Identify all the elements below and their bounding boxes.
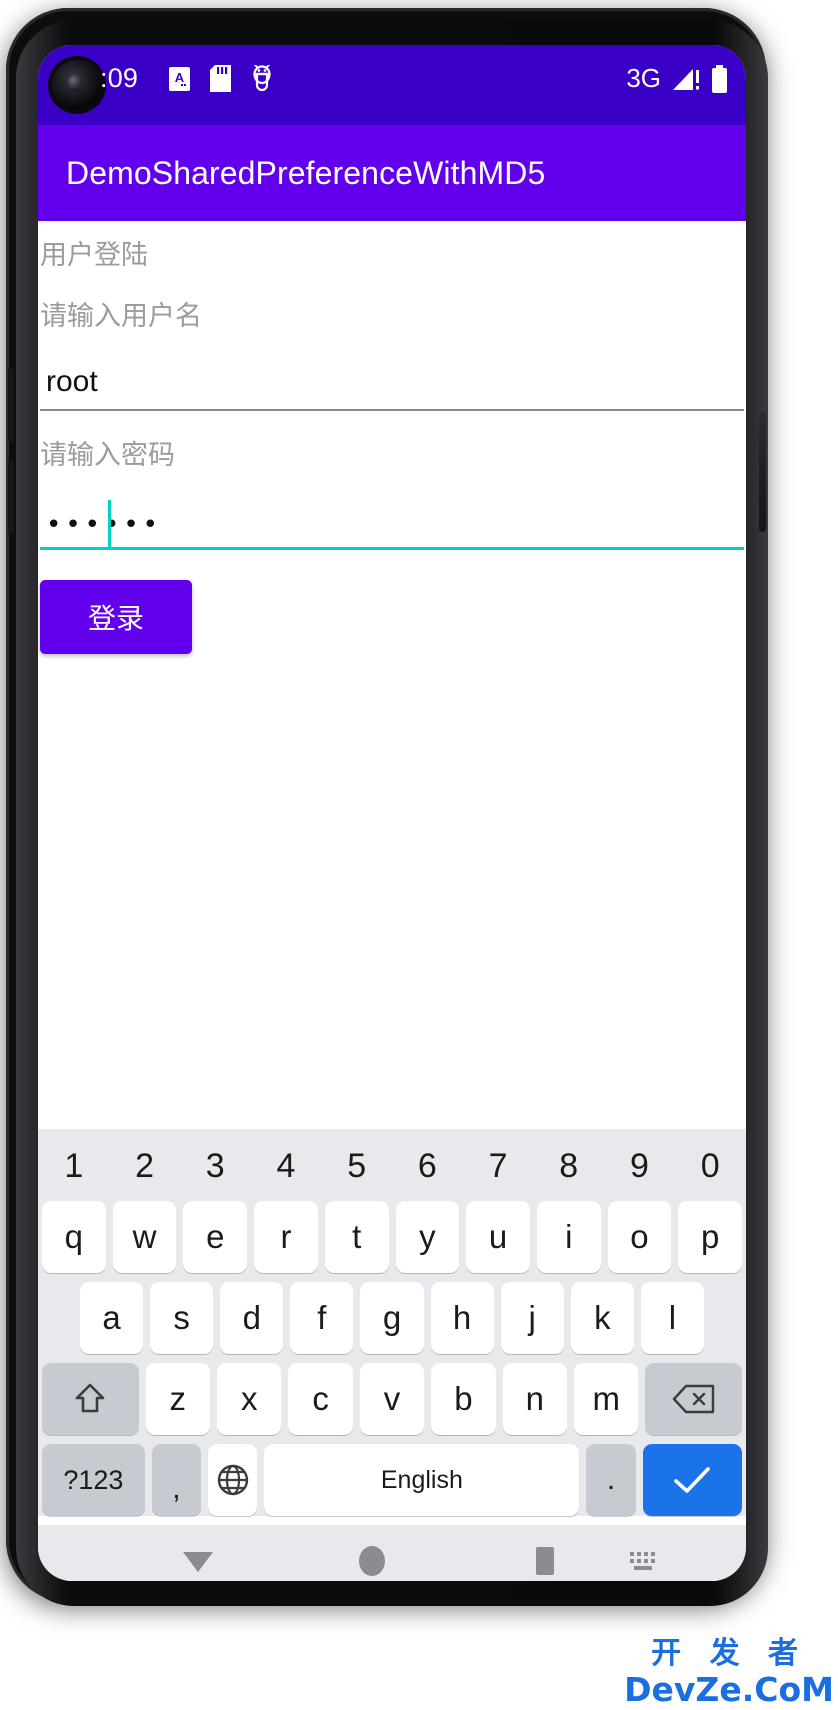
nav-recents-button[interactable] (533, 1545, 559, 1577)
key-a[interactable]: a (80, 1282, 144, 1354)
key-t[interactable]: t (324, 1201, 389, 1273)
key-4[interactable]: 4 (254, 1137, 318, 1195)
keyboard-switch-icon (628, 1549, 662, 1573)
username-field[interactable]: root (40, 343, 744, 411)
volume-down-button[interactable] (8, 460, 14, 534)
period-key[interactable]: . (586, 1444, 636, 1516)
key-e[interactable]: e (183, 1201, 248, 1273)
keyboard-row-home: a s d f g h j k l (42, 1282, 742, 1354)
key-y[interactable]: y (395, 1201, 460, 1273)
signal-icon (671, 66, 701, 92)
android-nav-bar (38, 1525, 746, 1581)
login-form: 用户登陆 请输入用户名 root 请输入密码 •••••• 登录 (38, 221, 746, 1129)
watermark-en: DevZe.CoM (624, 1670, 834, 1709)
password-field[interactable]: •••••• (40, 482, 744, 550)
key-p[interactable]: p (678, 1201, 743, 1273)
recents-square-icon (533, 1545, 559, 1577)
sd-card-icon (210, 65, 231, 92)
key-r[interactable]: r (254, 1201, 318, 1273)
space-key[interactable]: English (264, 1444, 580, 1516)
key-j[interactable]: j (500, 1282, 564, 1354)
username-value: root (46, 365, 98, 398)
key-i[interactable]: i (536, 1201, 601, 1273)
key-l[interactable]: l (640, 1282, 704, 1354)
key-q[interactable]: q (41, 1201, 106, 1273)
key-z[interactable]: z (145, 1363, 210, 1435)
phone-frame: :09 A 3G DemoSharedPreferenceWithMD5 用户登… (6, 8, 768, 1606)
keyboard-row-function: ?123 , English . (42, 1444, 743, 1516)
shift-icon (73, 1381, 107, 1417)
backspace-key[interactable] (645, 1363, 743, 1435)
watermark-cn: 开 发 者 (651, 1636, 808, 1671)
keyboard-row-bottom: z x c v b n m (41, 1363, 743, 1435)
comma-key[interactable]: , (151, 1444, 202, 1516)
key-8[interactable]: 8 (537, 1137, 601, 1195)
symbols-key[interactable]: ?123 (42, 1444, 145, 1516)
phone-screen: :09 A 3G DemoSharedPreferenceWithMD5 用户登… (38, 45, 746, 1581)
key-1[interactable]: 1 (42, 1137, 106, 1195)
key-0[interactable]: 0 (678, 1137, 742, 1195)
key-5[interactable]: 5 (325, 1137, 389, 1195)
key-u[interactable]: u (466, 1201, 530, 1273)
key-x[interactable]: x (216, 1363, 282, 1435)
status-bar: :09 A 3G (38, 45, 746, 125)
text-caret (108, 500, 111, 548)
key-w[interactable]: w (112, 1201, 177, 1273)
soft-keyboard: 1 2 3 4 5 6 7 8 9 0 q w e r t y u i o p … (38, 1129, 746, 1516)
key-o[interactable]: o (607, 1201, 672, 1273)
status-clock: :09 (100, 63, 139, 93)
password-hint-label: 请输入密码 (40, 440, 175, 471)
alarm-a-icon: A (168, 66, 191, 92)
key-k[interactable]: k (570, 1282, 634, 1354)
volume-up-button[interactable] (8, 368, 14, 442)
nav-home-button[interactable] (356, 1545, 388, 1577)
password-underline (40, 547, 744, 550)
key-7[interactable]: 7 (466, 1137, 530, 1195)
globe-key[interactable] (208, 1444, 258, 1516)
app-title: DemoSharedPreferenceWithMD5 (66, 154, 546, 191)
nav-back-button[interactable] (180, 1548, 216, 1574)
key-6[interactable]: 6 (396, 1137, 460, 1195)
key-n[interactable]: n (502, 1363, 568, 1435)
enter-key[interactable] (642, 1444, 743, 1516)
keyboard-number-row: 1 2 3 4 5 6 7 8 9 0 (42, 1137, 742, 1195)
key-s[interactable]: s (150, 1282, 214, 1354)
shift-key[interactable] (41, 1363, 139, 1435)
checkmark-icon (670, 1463, 714, 1497)
key-v[interactable]: v (359, 1363, 425, 1435)
key-b[interactable]: b (431, 1363, 496, 1435)
screenshot-root: :09 A 3G DemoSharedPreferenceWithMD5 用户登… (0, 0, 838, 1710)
back-triangle-icon (180, 1548, 216, 1574)
password-value: •••••• (46, 510, 163, 540)
app-bar: DemoSharedPreferenceWithMD5 (38, 125, 746, 221)
power-button[interactable] (759, 412, 766, 532)
globe-icon (216, 1463, 250, 1497)
login-button[interactable]: 登录 (40, 580, 192, 654)
username-hint-label: 请输入用户名 (40, 301, 202, 332)
key-f[interactable]: f (290, 1282, 354, 1354)
key-m[interactable]: m (574, 1363, 639, 1435)
section-label: 用户登陆 (40, 240, 148, 271)
key-g[interactable]: g (360, 1282, 424, 1354)
key-h[interactable]: h (430, 1282, 494, 1354)
network-type-label: 3G (626, 63, 661, 93)
backspace-icon (672, 1383, 716, 1415)
nav-keyboard-switch-button[interactable] (628, 1549, 662, 1573)
svg-text:A: A (175, 70, 185, 85)
status-left-icons: A (168, 65, 274, 92)
adb-icon (250, 65, 274, 92)
key-9[interactable]: 9 (608, 1137, 672, 1195)
username-underline (40, 409, 744, 411)
keyboard-row-top: q w e r t y u i o p (41, 1201, 743, 1273)
key-2[interactable]: 2 (113, 1137, 177, 1195)
key-c[interactable]: c (288, 1363, 353, 1435)
key-3[interactable]: 3 (183, 1137, 247, 1195)
key-d[interactable]: d (220, 1282, 284, 1354)
front-camera-cutout (52, 60, 102, 110)
status-right-icons: 3G (626, 63, 728, 94)
site-watermark: 开 发 者 DevZe.CoM (624, 1636, 834, 1709)
home-circle-icon (356, 1545, 388, 1577)
battery-icon (711, 64, 728, 93)
